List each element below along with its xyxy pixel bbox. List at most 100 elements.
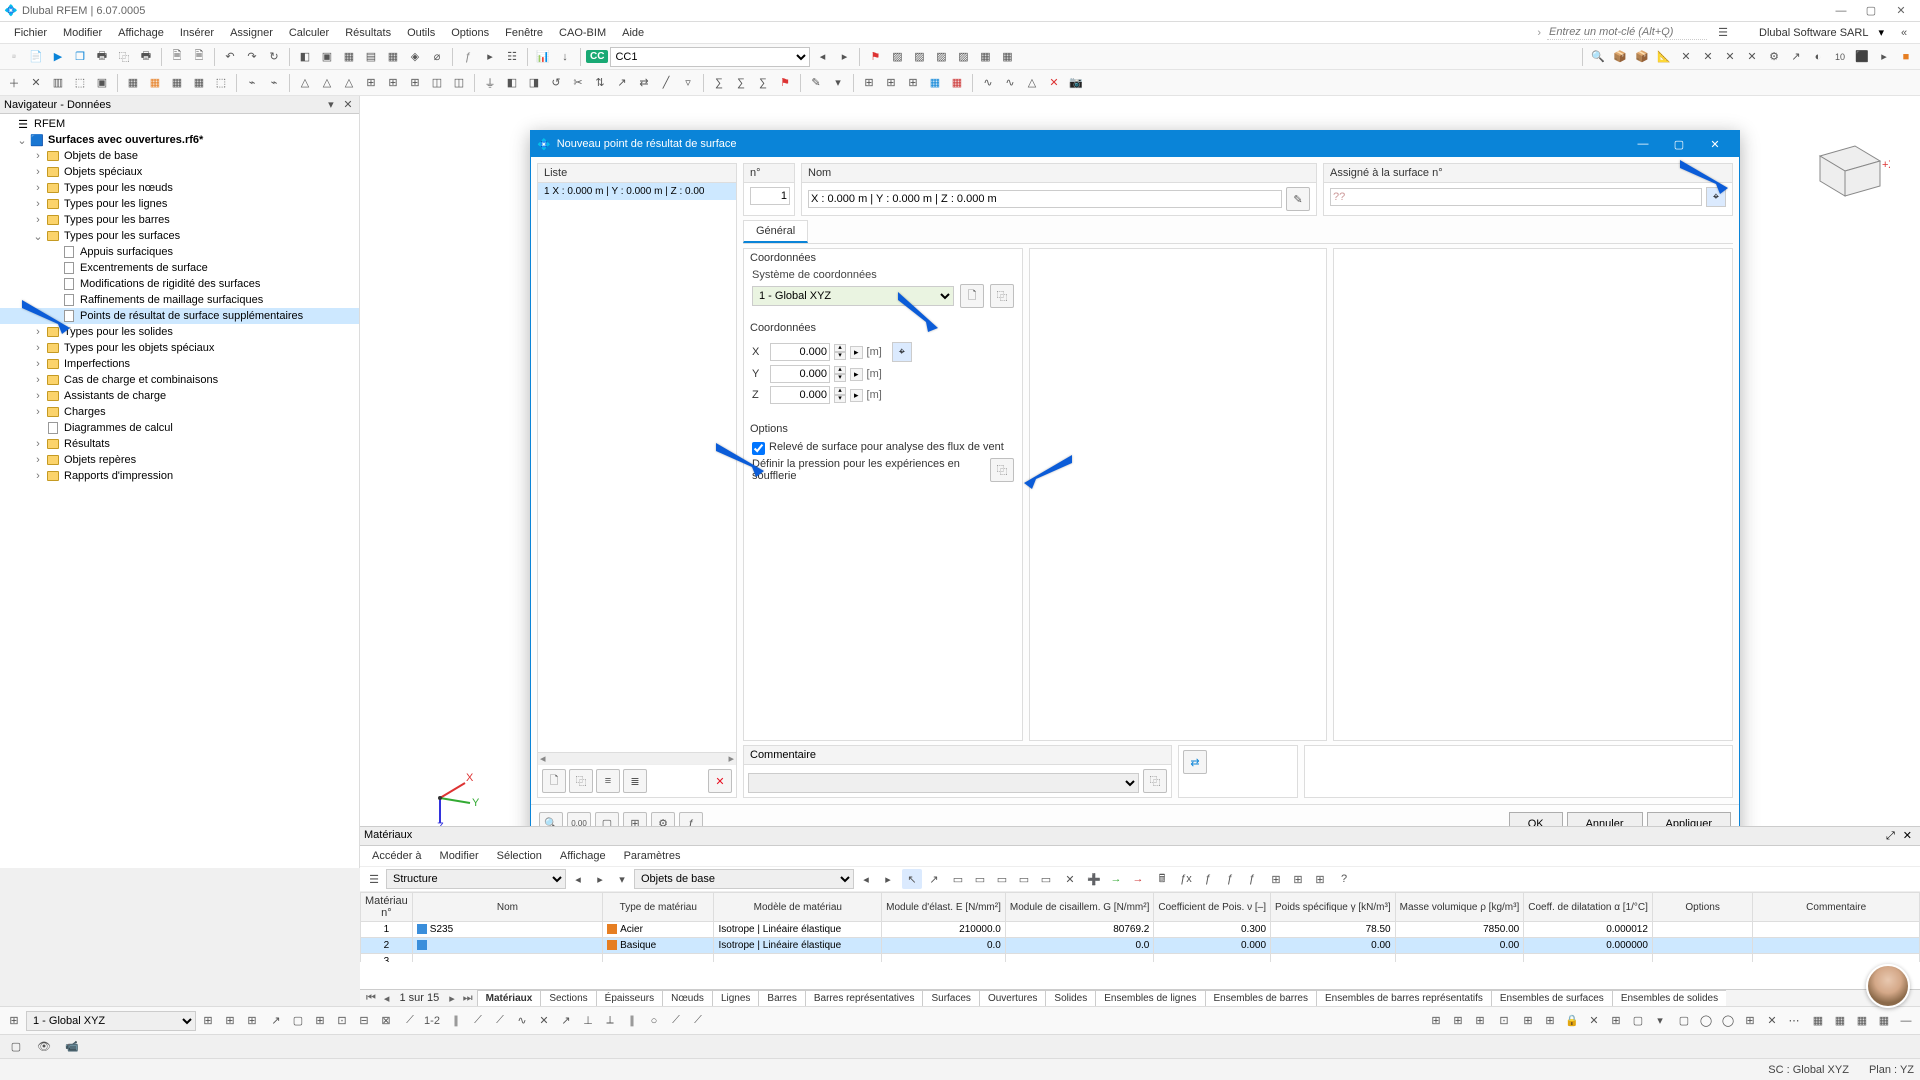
tree-item[interactable]: ›Objets de base: [0, 148, 359, 164]
col-G[interactable]: Module de cisaillem. G [N/mm²]: [1005, 893, 1153, 922]
dialog-maximize-button[interactable]: ▢: [1661, 138, 1697, 151]
br-8-icon[interactable]: ⊞: [1606, 1011, 1626, 1031]
tool-c-icon[interactable]: 📦: [1632, 47, 1652, 67]
list-new-button[interactable]: 🗋: [542, 769, 566, 793]
mat-menu-select[interactable]: Sélection: [489, 848, 550, 864]
layout-icon[interactable]: ☰: [1713, 23, 1733, 43]
br-6-icon[interactable]: ⊞: [1540, 1011, 1560, 1031]
br-21-icon[interactable]: —: [1896, 1011, 1916, 1031]
col-v[interactable]: Coefficient de Pois. ν [–]: [1154, 893, 1271, 922]
comment-edit-button[interactable]: ⿻: [1143, 769, 1167, 793]
mat-tab[interactable]: Solides: [1045, 990, 1096, 1006]
mat-ins-icon[interactable]: →: [1106, 869, 1126, 889]
tb2-38-icon[interactable]: ⊞: [881, 73, 901, 93]
mat-f1-icon[interactable]: ƒ: [1198, 869, 1218, 889]
open-icon[interactable]: ▶: [48, 47, 68, 67]
filter6-icon[interactable]: ▦: [975, 47, 995, 67]
tree-item[interactable]: ›Imperfections: [0, 356, 359, 372]
mat-calc-icon[interactable]: 🖩: [1152, 869, 1172, 889]
mat-next-icon[interactable]: ▸: [590, 869, 610, 889]
mat-tab[interactable]: Épaisseurs: [596, 990, 663, 1006]
tree-item[interactable]: Excentrements de surface: [0, 260, 359, 276]
name-input[interactable]: [808, 190, 1282, 208]
minimize-button[interactable]: —: [1826, 5, 1856, 17]
navigator-tree[interactable]: ☰RFEM ⌄🟦Surfaces avec ouvertures.rf6* ›O…: [0, 114, 359, 868]
eye-icon[interactable]: 👁: [34, 1037, 54, 1057]
filter7-icon[interactable]: ▦: [997, 47, 1017, 67]
mat-t4-icon[interactable]: ▭: [970, 869, 990, 889]
tool-g-icon[interactable]: ✕: [1720, 47, 1740, 67]
keyword-search-input[interactable]: [1547, 25, 1707, 40]
mat-tab[interactable]: Ensembles de surfaces: [1491, 990, 1613, 1006]
view-toggle-icon[interactable]: ▢: [6, 1037, 26, 1057]
menu-inserer[interactable]: Insérer: [172, 25, 222, 41]
view-iso-icon[interactable]: ◧: [295, 47, 315, 67]
coord-sys-new-button[interactable]: 🗋: [960, 284, 984, 308]
nav-dropdown-icon[interactable]: ▾: [324, 98, 338, 111]
mat-t5-icon[interactable]: ▭: [992, 869, 1012, 889]
new-block-icon[interactable]: 📄: [26, 47, 46, 67]
list-delete-button[interactable]: ✕: [708, 769, 732, 793]
tool-l-icon[interactable]: 10: [1830, 47, 1850, 67]
view-persp-icon[interactable]: ◈: [405, 47, 425, 67]
bt-9-icon[interactable]: ⊟: [354, 1011, 374, 1031]
tb2-37-icon[interactable]: ⊞: [859, 73, 879, 93]
x-down-icon[interactable]: ▾: [834, 352, 846, 360]
table-row[interactable]: 1S235AcierIsotrope | Linéaire élastique2…: [361, 922, 1920, 938]
bt-8-icon[interactable]: ⊡: [332, 1011, 352, 1031]
tree-item[interactable]: ›Types pour les lignes: [0, 196, 359, 212]
side-tool-button[interactable]: ⇄: [1183, 750, 1207, 774]
tb2-1-icon[interactable]: ＋: [4, 73, 24, 93]
menu-outils[interactable]: Outils: [399, 25, 443, 41]
menu-calculer[interactable]: Calculer: [281, 25, 337, 41]
comment-select[interactable]: [748, 773, 1139, 793]
tb2-43-icon[interactable]: ∿: [1000, 73, 1020, 93]
tab-prev-icon[interactable]: ◂: [380, 992, 394, 1005]
tool-i-icon[interactable]: ⚙: [1764, 47, 1784, 67]
load-icon[interactable]: ↓: [555, 47, 575, 67]
br-3-icon[interactable]: ⊞: [1470, 1011, 1490, 1031]
tool-h-icon[interactable]: ✕: [1742, 47, 1762, 67]
z-arrow-button[interactable]: ▸: [850, 389, 863, 402]
tree-item[interactable]: ⌄Types pour les surfaces: [0, 228, 359, 244]
tool-d-icon[interactable]: 📐: [1654, 47, 1674, 67]
mat-tab[interactable]: Barres: [758, 990, 805, 1006]
mat-menu-goto[interactable]: Accéder à: [364, 848, 430, 864]
bt-18-icon[interactable]: ↗: [556, 1011, 576, 1031]
paste-icon[interactable]: 🖶: [136, 47, 156, 67]
tb2-35-icon[interactable]: ✎: [806, 73, 826, 93]
collapse-icon[interactable]: «: [1894, 23, 1914, 43]
col-comment[interactable]: Commentaire: [1753, 893, 1920, 922]
br-18-icon[interactable]: ▦: [1830, 1011, 1850, 1031]
tb2-2-icon[interactable]: ✕: [26, 73, 46, 93]
tool-b-icon[interactable]: 📦: [1610, 47, 1630, 67]
bt-5-icon[interactable]: ↗: [266, 1011, 286, 1031]
list-tool2-button[interactable]: ≣: [623, 769, 647, 793]
tab-next-icon[interactable]: ▸: [445, 992, 459, 1005]
tool-a-icon[interactable]: 🔍: [1588, 47, 1608, 67]
tb2-39-icon[interactable]: ⊞: [903, 73, 923, 93]
br-10-icon[interactable]: ▾: [1650, 1011, 1670, 1031]
mat-exp-icon[interactable]: ⊞: [1266, 869, 1286, 889]
col-gamma[interactable]: Poids spécifique γ [kN/m³]: [1271, 893, 1396, 922]
mat-tab[interactable]: Matériaux: [477, 990, 542, 1006]
mat-tab[interactable]: Barres représentatives: [805, 990, 924, 1006]
list-row-1[interactable]: 1 X : 0.000 m | Y : 0.000 m | Z : 0.00: [538, 183, 736, 200]
run-icon[interactable]: ƒ: [458, 47, 478, 67]
new-model-icon[interactable]: ▫️: [4, 47, 24, 67]
menu-assigner[interactable]: Assigner: [222, 25, 281, 41]
mat-filter-icon[interactable]: ▾: [612, 869, 632, 889]
mat-cfg-icon[interactable]: ⊞: [1310, 869, 1330, 889]
tb2-24-icon[interactable]: ↺: [546, 73, 566, 93]
tab-general[interactable]: Général: [743, 220, 808, 243]
coord-y-input[interactable]: [770, 365, 830, 383]
filter3-icon[interactable]: ▨: [909, 47, 929, 67]
tb2-26-icon[interactable]: ⇅: [590, 73, 610, 93]
tree-item[interactable]: ›Objets spéciaux: [0, 164, 359, 180]
cc-next-icon[interactable]: ▸: [834, 47, 854, 67]
name-edit-button[interactable]: ✎: [1286, 187, 1310, 211]
materials-table[interactable]: Matériaun° Nom Type de matériau Modèle d…: [360, 892, 1920, 962]
bt-24-icon[interactable]: ⟋: [688, 1011, 708, 1031]
dialog-minimize-button[interactable]: —: [1625, 138, 1661, 150]
bt-20-icon[interactable]: ⟂: [600, 1011, 620, 1031]
